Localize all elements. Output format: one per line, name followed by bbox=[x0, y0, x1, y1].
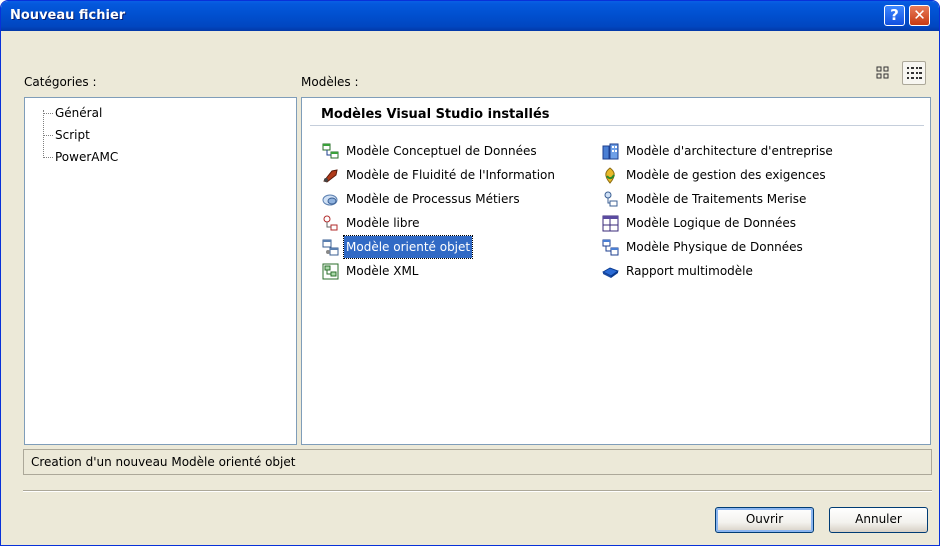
model-item-eam[interactable]: Modèle d'architecture d'entreprise bbox=[600, 140, 835, 164]
ldm-icon bbox=[602, 215, 619, 232]
category-poweramc[interactable]: PowerAMC bbox=[37, 146, 118, 168]
model-label: Modèle de gestion des exigences bbox=[626, 168, 826, 182]
model-label: Modèle libre bbox=[346, 216, 420, 230]
models-label: Modèles : bbox=[301, 75, 359, 89]
eam-icon bbox=[602, 143, 619, 160]
xml-model-icon bbox=[322, 263, 339, 280]
open-button[interactable]: Ouvrir bbox=[715, 507, 814, 533]
help-button[interactable]: ? bbox=[884, 5, 905, 26]
list-view-icon bbox=[907, 67, 922, 79]
separator bbox=[23, 490, 932, 492]
multimodel-report-icon bbox=[602, 267, 619, 278]
model-label: Modèle de Processus Métiers bbox=[346, 192, 520, 206]
model-item-pdm[interactable]: Modèle Physique de Données bbox=[600, 236, 835, 260]
model-label: Modèle orienté objet bbox=[342, 235, 474, 259]
description-bar: Creation d'un nouveau Modèle orienté obj… bbox=[23, 449, 932, 475]
model-label: Modèle de Traitements Merise bbox=[626, 192, 807, 206]
rqm-icon bbox=[605, 167, 615, 184]
category-script[interactable]: Script bbox=[37, 124, 118, 146]
models-list[interactable]: Modèles Visual Studio installés Modèle C… bbox=[301, 97, 931, 445]
categories-tree[interactable]: Général Script PowerAMC bbox=[24, 97, 297, 445]
oom-icon bbox=[322, 239, 339, 256]
model-item-oom[interactable]: Modèle orienté objet bbox=[320, 235, 557, 260]
pdm-icon bbox=[602, 239, 619, 256]
cancel-button[interactable]: Annuler bbox=[829, 507, 928, 533]
model-label: Modèle Conceptuel de Données bbox=[346, 144, 537, 158]
model-item-rqm[interactable]: Modèle de gestion des exigences bbox=[600, 164, 835, 188]
close-button[interactable]: ✕ bbox=[909, 5, 930, 26]
model-item-ilm[interactable]: Modèle de Fluidité de l'Information bbox=[320, 164, 557, 188]
ilm-icon bbox=[323, 169, 338, 183]
large-icons-icon bbox=[876, 66, 889, 79]
model-item-ldm[interactable]: Modèle Logique de Données bbox=[600, 212, 835, 236]
model-item-xml[interactable]: Modèle XML bbox=[320, 260, 557, 284]
cdm-icon bbox=[322, 143, 339, 159]
merise-icon bbox=[604, 191, 618, 207]
window-title: Nouveau fichier bbox=[10, 8, 126, 23]
model-label: Modèle d'architecture d'entreprise bbox=[626, 144, 833, 158]
list-view-toggle[interactable] bbox=[902, 61, 926, 85]
new-file-dialog: Nouveau fichier ? ✕ Catégories : Modèles… bbox=[0, 0, 940, 546]
model-label: Modèle Physique de Données bbox=[626, 240, 803, 254]
categories-label: Catégories : bbox=[24, 75, 97, 89]
free-model-icon bbox=[323, 215, 338, 231]
model-item-free[interactable]: Modèle libre bbox=[320, 212, 557, 236]
model-item-bpm[interactable]: Modèle de Processus Métiers bbox=[320, 188, 557, 212]
model-item-merise[interactable]: Modèle de Traitements Merise bbox=[600, 188, 835, 212]
model-label: Rapport multimodèle bbox=[626, 264, 753, 278]
model-label: Modèle XML bbox=[346, 264, 419, 278]
models-column-1: Modèle Conceptuel de Données Modèle de F… bbox=[320, 140, 557, 284]
large-icons-view-toggle[interactable] bbox=[871, 61, 895, 85]
title-bar[interactable]: Nouveau fichier ? ✕ bbox=[1, 1, 939, 31]
models-column-2: Modèle d'architecture d'entreprise Modèl… bbox=[600, 140, 835, 284]
category-general[interactable]: Général bbox=[37, 102, 118, 124]
model-item-cdm[interactable]: Modèle Conceptuel de Données bbox=[320, 140, 557, 164]
model-label: Modèle Logique de Données bbox=[626, 216, 797, 230]
group-header: Modèles Visual Studio installés bbox=[310, 104, 924, 126]
model-label: Modèle de Fluidité de l'Information bbox=[346, 168, 555, 182]
model-item-report[interactable]: Rapport multimodèle bbox=[600, 260, 835, 284]
bpm-icon bbox=[322, 194, 338, 206]
